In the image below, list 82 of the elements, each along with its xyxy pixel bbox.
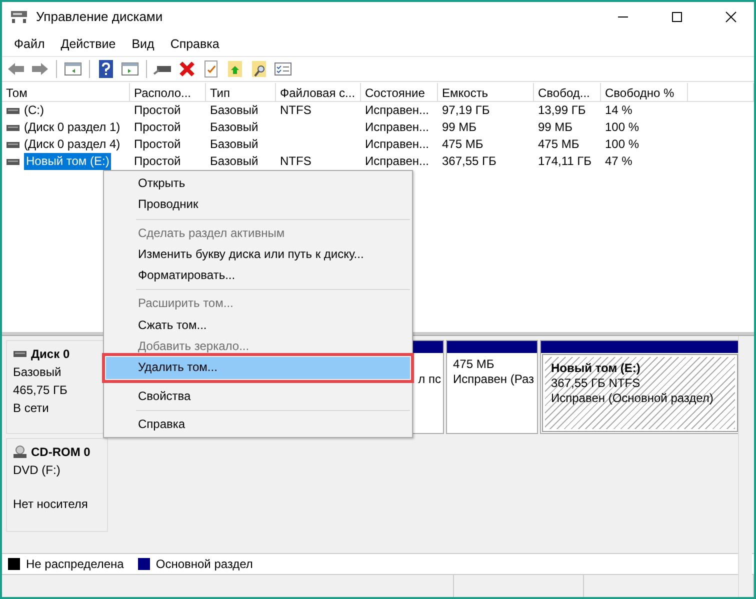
- drive-icon: [6, 140, 20, 148]
- partition-block[interactable]: Новый том (E:) 367,55 ГБ NTFS Исправен (Основной раздел): [540, 340, 740, 434]
- legend-label: Основной раздел: [156, 556, 253, 573]
- volume-name[interactable]: Новый том (E:): [24, 153, 112, 170]
- table-cell: 97,19 ГБ: [442, 103, 490, 117]
- drive-icon: [6, 124, 20, 132]
- column-header[interactable]: Том: [2, 83, 130, 102]
- menu-item[interactable]: Вид: [124, 32, 162, 56]
- table-cell: Простой: [134, 103, 181, 117]
- menu-item[interactable]: Свойства: [106, 386, 410, 407]
- search-folder-icon[interactable]: [249, 59, 269, 79]
- table-cell: Простой: [134, 154, 181, 168]
- disk-management-icon: [10, 9, 28, 25]
- column-header[interactable]: Свобод...: [534, 83, 601, 102]
- menu-item[interactable]: Удалить том...: [106, 357, 410, 379]
- menu-item[interactable]: Справка: [106, 414, 410, 436]
- help-icon[interactable]: [96, 59, 116, 79]
- partition-text: Исправен (Раз: [453, 372, 535, 387]
- window-title: Управление дисками: [36, 8, 163, 26]
- column-header[interactable]: Свободно %: [601, 83, 688, 102]
- disk-info-text: DVD (F:): [13, 462, 62, 479]
- table-cell: 475 МБ: [538, 137, 580, 151]
- table-cell: 100 %: [605, 137, 640, 151]
- table-cell: Исправен...: [365, 103, 430, 117]
- menu-item[interactable]: Файл: [6, 32, 53, 56]
- volume-name[interactable]: (Диск 0 раздел 4): [24, 136, 120, 153]
- scrollbar[interactable]: [738, 336, 752, 597]
- volume-name[interactable]: (C:): [24, 102, 44, 119]
- table-cell: 174,11 ГБ: [538, 154, 592, 168]
- cd-drive-icon: [13, 445, 27, 459]
- table-cell: 99 МБ: [538, 120, 573, 134]
- table-cell: Базовый: [210, 120, 258, 134]
- table-cell: Простой: [134, 120, 181, 134]
- partition-text: 475 МБ: [453, 357, 496, 372]
- table-cell: NTFS: [280, 103, 312, 117]
- table-cell: 475 МБ: [442, 137, 484, 151]
- partition-title: Новый том (E:): [551, 361, 642, 376]
- table-cell: Базовый: [210, 154, 258, 168]
- table-cell: 14 %: [605, 103, 632, 117]
- table-cell: 13,99 ГБ: [538, 103, 586, 117]
- menu-item[interactable]: Открыть: [106, 173, 410, 194]
- table-cell: 100 %: [605, 120, 640, 134]
- partition-text: Исправен (Основной раздел): [551, 391, 714, 406]
- table-cell: Исправен...: [365, 137, 430, 151]
- folder-up-icon[interactable]: [225, 59, 245, 79]
- menu-item[interactable]: Форматировать...: [106, 265, 410, 286]
- partition-text: 367,55 ГБ NTFS: [551, 376, 642, 391]
- column-header[interactable]: Емкость: [438, 83, 534, 102]
- legend-label: Не распределена: [26, 556, 124, 573]
- table-cell: 99 МБ: [442, 120, 477, 134]
- partition-text: л пс: [417, 372, 441, 387]
- close-icon[interactable]: [725, 11, 737, 23]
- disk-info-text: В сети: [13, 400, 50, 417]
- table-cell: Базовый: [210, 103, 258, 117]
- menu-item[interactable]: Сжать том...: [106, 314, 410, 336]
- drive-icon: [6, 106, 20, 114]
- disk-name: CD-ROM 0: [31, 444, 90, 461]
- menu-item[interactable]: Справка: [162, 32, 228, 56]
- column-header[interactable]: Располо...: [130, 83, 206, 102]
- table-cell: 367,55 ГБ: [442, 154, 496, 168]
- disk-info-text: 465,75 ГБ: [13, 382, 68, 399]
- disk-name: Диск 0: [31, 346, 70, 363]
- column-header[interactable]: Тип: [206, 83, 276, 102]
- table-cell: Исправен...: [365, 154, 430, 168]
- disk-info-text: Нет носителя: [13, 496, 89, 513]
- table-cell: Простой: [134, 137, 181, 151]
- volume-name[interactable]: (Диск 0 раздел 1): [24, 119, 120, 136]
- column-header[interactable]: Состояние: [361, 83, 438, 102]
- disk-info-text: Базовый: [13, 364, 62, 381]
- table-cell: 47 %: [605, 154, 632, 168]
- table-cell: NTFS: [280, 154, 312, 168]
- table-cell: Базовый: [210, 137, 258, 151]
- partition-block[interactable]: 475 МБ Исправен (Раз: [446, 340, 538, 434]
- menu-item[interactable]: Действие: [52, 32, 124, 56]
- drive-icon: [13, 350, 27, 358]
- column-header[interactable]: Файловая с...: [276, 83, 361, 102]
- maximize-icon[interactable]: [671, 11, 683, 23]
- menu-item[interactable]: Проводник: [106, 194, 410, 216]
- drive-icon: [6, 158, 20, 166]
- table-cell: Исправен...: [365, 120, 430, 134]
- menu-item[interactable]: Изменить букву диска или путь к диску...: [106, 244, 410, 266]
- delete-icon[interactable]: [177, 59, 197, 79]
